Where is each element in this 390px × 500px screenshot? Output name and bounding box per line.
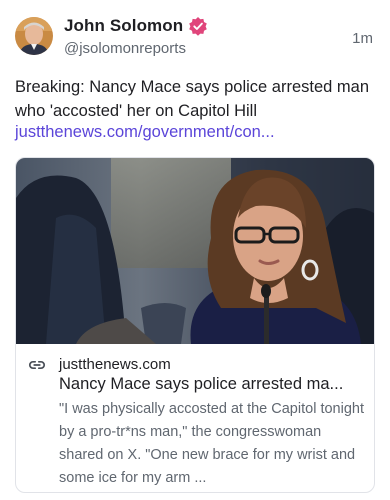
author-avatar[interactable] (15, 17, 53, 55)
post-link[interactable]: justthenews.com/government/con... (15, 121, 275, 143)
post-text: Breaking: Nancy Mace says police arreste… (15, 78, 369, 120)
link-preview-card[interactable]: justthenews.com Nancy Mace says police a… (15, 157, 375, 493)
link-preview-domain: justthenews.com (59, 356, 171, 373)
link-icon (28, 356, 46, 374)
link-preview-title[interactable]: Nancy Mace says police arrested ma... (59, 375, 367, 394)
link-preview-image (16, 158, 374, 344)
link-preview-body: justthenews.com Nancy Mace says police a… (16, 344, 374, 492)
author-display-name[interactable]: John Solomon (64, 16, 183, 36)
link-preview-description: "I was physically accosted at the Capito… (59, 401, 364, 486)
verified-badge-icon (188, 16, 208, 36)
post-timestamp[interactable]: 1m (352, 30, 373, 47)
social-post: John Solomon @jsolomonreports 1m Breakin… (0, 0, 390, 500)
author-name-row: John Solomon (64, 16, 208, 36)
author-handle[interactable]: @jsolomonreports (64, 40, 186, 57)
